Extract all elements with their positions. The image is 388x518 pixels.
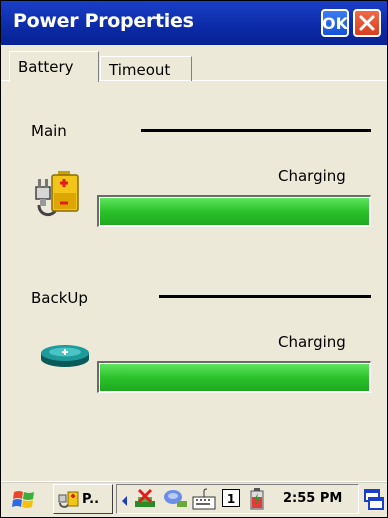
title-bar: Power Properties OK (1, 1, 387, 45)
start-windows-flag-icon[interactable] (11, 488, 37, 512)
network-disconnected-icon[interactable] (132, 487, 160, 511)
backup-battery-level-bar (97, 361, 371, 393)
power-properties-window: Power Properties OK Battery Timeout Main… (0, 0, 388, 518)
close-button[interactable] (353, 9, 381, 37)
backup-battery-divider (159, 295, 371, 298)
connectivity-icon[interactable] (161, 487, 189, 511)
backup-battery-status: Charging (278, 333, 346, 351)
battery-charging-tray-icon[interactable] (248, 487, 266, 511)
main-battery-status: Charging (278, 167, 346, 185)
input-mode-number-badge[interactable]: 1 (222, 489, 240, 507)
taskbar-task-label: P.. (82, 492, 100, 507)
ok-button[interactable]: OK (321, 9, 349, 37)
tab-timeout[interactable]: Timeout (100, 56, 192, 81)
backup-battery-level-fill (100, 364, 369, 391)
taskbar-power-properties-button[interactable]: P.. (53, 484, 113, 514)
window-title: Power Properties (13, 10, 194, 32)
main-battery-divider (141, 129, 371, 132)
keyboard-input-icon[interactable] (191, 487, 217, 511)
plugged-battery-icon (35, 171, 79, 216)
desktop-windows-icon[interactable] (363, 488, 385, 512)
main-battery-level-fill (100, 198, 369, 225)
coin-cell-battery-icon (41, 345, 89, 367)
taskbar-power-app-icon (58, 491, 79, 508)
main-battery-level-bar (97, 195, 371, 227)
tray-expand-arrow-icon[interactable] (121, 495, 129, 507)
tab-battery[interactable]: Battery (9, 51, 99, 82)
close-icon (359, 15, 375, 31)
main-battery-label: Main (31, 122, 67, 140)
backup-battery-label: BackUp (31, 289, 88, 307)
taskbar-clock[interactable]: 2:55 PM (283, 491, 342, 506)
